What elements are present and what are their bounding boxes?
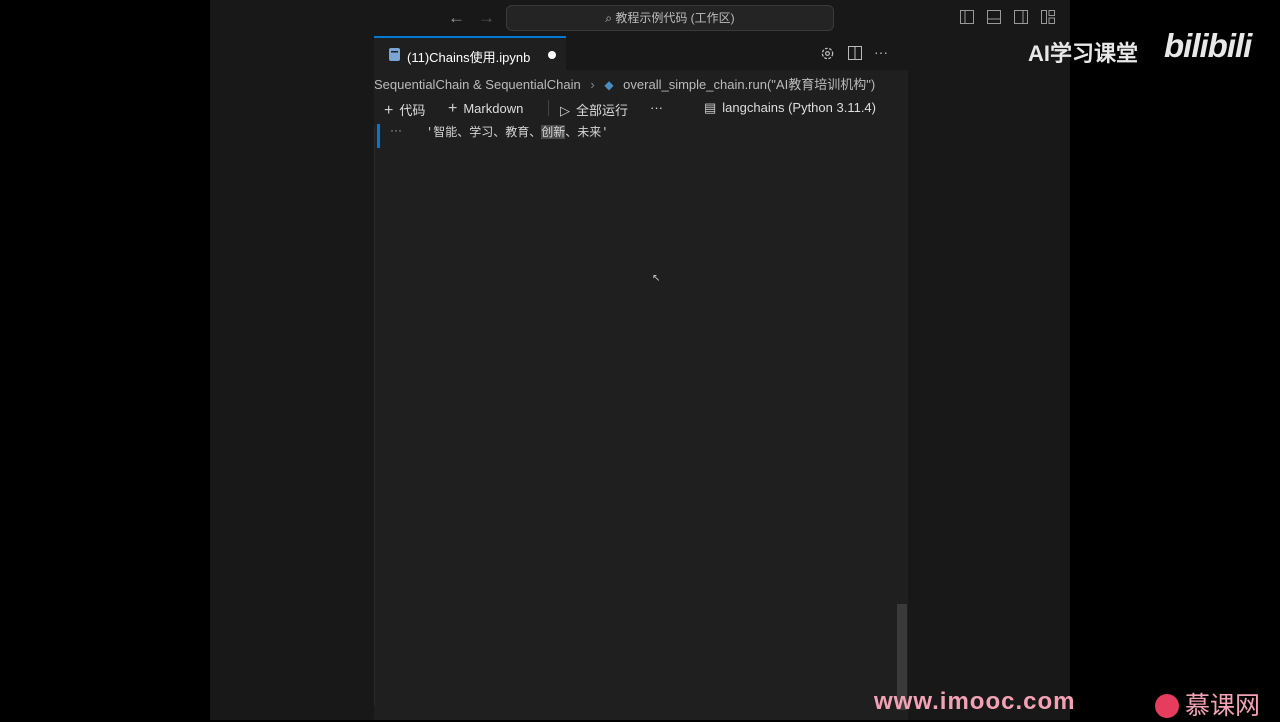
title-bar: ← → ⌕ 教程示例代码 (工作区)	[210, 0, 1070, 36]
more-actions-icon[interactable]: ···	[874, 44, 888, 60]
run-all-button[interactable]: ▷ 全部运行	[560, 100, 628, 119]
tab-notebook[interactable]: (11)Chains使用.ipynb	[374, 36, 566, 70]
vscode-window: ← → ⌕ 教程示例代码 (工作区) (11)Chains使用.ipynb ··…	[210, 0, 1070, 720]
toggle-secondary-sidebar-icon[interactable]	[1014, 10, 1028, 24]
toolbar-more-button[interactable]: ···	[650, 100, 663, 115]
toolbar-divider	[548, 100, 549, 116]
forward-arrow-icon[interactable]: →	[478, 8, 495, 28]
bilibili-logo: bilibili	[1164, 27, 1252, 64]
unsaved-dot-icon[interactable]	[548, 51, 556, 59]
command-center-search[interactable]: ⌕ 教程示例代码 (工作区)	[506, 5, 834, 31]
cell-gutter-divider	[374, 126, 375, 706]
plus-icon: +	[384, 102, 394, 119]
back-arrow-icon[interactable]: ←	[448, 8, 465, 28]
plus-icon: +	[448, 100, 458, 117]
kernel-icon: ▤	[704, 100, 717, 115]
tab-bar: (11)Chains使用.ipynb ···	[374, 36, 908, 70]
chevron-right-icon: ›	[590, 77, 595, 92]
breadcrumb-section[interactable]: SequentialChain & SequentialChain	[374, 77, 581, 92]
customize-layout-icon[interactable]	[1041, 10, 1055, 24]
cell-output-text: '智能、学习、教育、创新、未来'	[426, 125, 609, 139]
play-icon: ▷	[560, 103, 570, 118]
notebook-toolbar: + 代码 + Markdown ▷ 全部运行 ··· ▤ langchains (Pyt…	[374, 96, 908, 120]
brand-watermark: 慕课网	[1155, 686, 1260, 722]
kernel-picker[interactable]: ▤ langchains (Python 3.11.4)	[704, 100, 876, 116]
breadcrumb: SequentialChain & SequentialChain › ◆ ov…	[374, 74, 875, 93]
mouse-cursor-icon: ↖	[652, 273, 661, 284]
python-icon: ◆	[604, 78, 614, 92]
flame-logo-icon	[1155, 694, 1179, 718]
site-url-watermark: www.imooc.com	[874, 688, 1076, 715]
toggle-primary-sidebar-icon[interactable]	[960, 10, 974, 24]
tab-title: (11)Chains使用.ipynb	[407, 50, 531, 65]
selected-text: 创新	[541, 125, 566, 139]
notebook-editor: (11)Chains使用.ipynb ··· SequentialChain &…	[374, 36, 908, 720]
channel-watermark: AI学习课堂	[1028, 41, 1139, 66]
output-collapse-dots[interactable]: ···	[390, 123, 402, 137]
add-markdown-button[interactable]: + Markdown	[448, 100, 523, 118]
cell-focus-indicator	[377, 124, 380, 148]
notebook-file-icon	[389, 48, 400, 61]
toggle-panel-icon[interactable]	[987, 10, 1001, 24]
breadcrumb-item[interactable]: overall_simple_chain.run("AI教育培训机构")	[623, 77, 875, 92]
gear-icon[interactable]	[820, 46, 835, 61]
split-editor-icon[interactable]	[848, 46, 862, 60]
add-code-button[interactable]: + 代码	[384, 100, 425, 120]
